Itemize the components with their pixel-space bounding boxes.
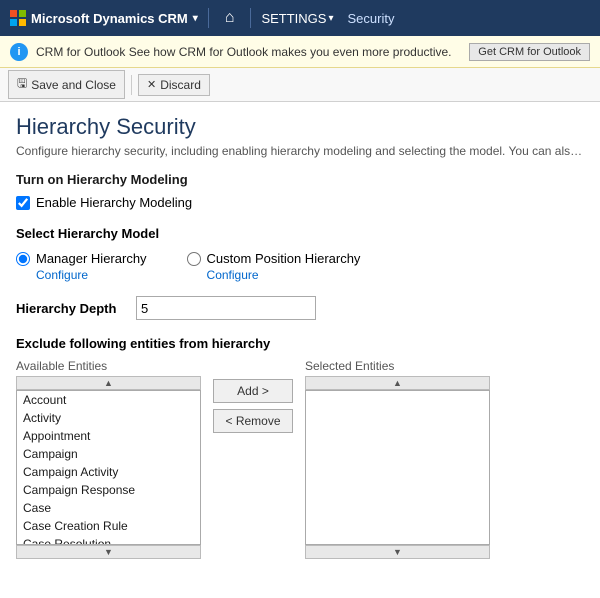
settings-label: SETTINGS [261,11,326,26]
list-item[interactable]: Campaign Activity [17,463,200,481]
list-item[interactable]: Campaign [17,445,200,463]
available-entities-col: Available Entities ▲ Account Activity Ap… [16,359,201,559]
app-name: Microsoft Dynamics CRM [31,11,188,26]
enable-hierarchy-row: Enable Hierarchy Modeling [16,195,584,210]
discard-x-icon: ✕ [147,78,156,91]
home-button[interactable]: ⌂ [219,9,241,27]
available-scroll-down[interactable]: ▼ [16,545,201,559]
depth-label: Hierarchy Depth [16,301,126,316]
add-button[interactable]: Add > [213,379,293,403]
list-item[interactable]: Appointment [17,427,200,445]
topbar: Microsoft Dynamics CRM ▾ ⌂ SETTINGS ▾ Se… [0,0,600,36]
page-description: Configure hierarchy security, including … [16,144,584,158]
manager-hierarchy-label: Manager Hierarchy [36,251,147,266]
discard-label: Discard [160,78,201,92]
manager-configure-link[interactable]: Configure [36,268,147,282]
list-item[interactable]: Account [17,391,200,409]
custom-position-option: Custom Position Hierarchy Configure [187,251,361,282]
topbar-divider-2 [250,8,251,28]
manager-hierarchy-option: Manager Hierarchy Configure [16,251,147,282]
toolbar-divider [131,75,132,95]
selected-scroll-down[interactable]: ▼ [305,545,490,559]
available-entities-label: Available Entities [16,359,201,373]
depth-row: Hierarchy Depth 5 [16,296,584,320]
settings-caret-icon: ▾ [328,13,333,24]
hierarchy-model-group: Manager Hierarchy Configure Custom Posit… [16,251,584,282]
enable-hierarchy-checkbox[interactable] [16,196,30,210]
list-item[interactable]: Case Creation Rule [17,517,200,535]
hierarchy-model-heading: Select Hierarchy Model [16,226,584,241]
exclude-heading: Exclude following entities from hierarch… [16,336,584,351]
save-icon: 🖫 [17,74,27,95]
selected-entities-label: Selected Entities [305,359,490,373]
toolbar: 🖫 Save and Close ✕ Discard [0,68,600,102]
list-item[interactable]: Case Resolution [17,535,200,545]
custom-position-label: Custom Position Hierarchy [207,251,361,266]
entity-lists: Available Entities ▲ Account Activity Ap… [16,359,584,559]
custom-position-radio[interactable] [187,252,201,266]
depth-input[interactable]: 5 [136,296,316,320]
list-item[interactable]: Activity [17,409,200,427]
current-section: Security [348,11,395,26]
custom-radio-row: Custom Position Hierarchy [187,251,361,266]
info-icon: i [10,43,28,61]
save-close-label: Save and Close [31,78,116,92]
manager-radio-row: Manager Hierarchy [16,251,147,266]
infobar: i CRM for Outlook See how CRM for Outloo… [0,36,600,68]
custom-configure-link[interactable]: Configure [207,268,361,282]
get-crm-outlook-button[interactable]: Get CRM for Outlook [469,43,590,61]
manager-hierarchy-radio[interactable] [16,252,30,266]
topbar-divider-1 [208,8,209,28]
list-item[interactable]: Campaign Response [17,481,200,499]
infobar-message: CRM for Outlook See how CRM for Outlook … [36,45,461,59]
settings-menu[interactable]: SETTINGS ▾ [261,11,333,26]
remove-button[interactable]: < Remove [213,409,293,433]
available-entities-listbox[interactable]: Account Activity Appointment Campaign Ca… [16,390,201,545]
selected-entities-col: Selected Entities ▲ ▼ [305,359,490,559]
app-logo[interactable]: Microsoft Dynamics CRM ▾ [10,10,198,26]
page-title: Hierarchy Security [16,114,584,140]
list-item[interactable]: Case [17,499,200,517]
available-scroll-up[interactable]: ▲ [16,376,201,390]
save-close-button[interactable]: 🖫 Save and Close [8,70,125,99]
enable-hierarchy-label: Enable Hierarchy Modeling [36,195,192,210]
discard-button[interactable]: ✕ Discard [138,74,210,96]
selected-scroll-up[interactable]: ▲ [305,376,490,390]
ms-logo-icon [10,10,26,26]
turn-on-heading: Turn on Hierarchy Modeling [16,172,584,187]
selected-entities-listbox[interactable] [305,390,490,545]
entity-action-buttons: Add > < Remove [209,379,297,433]
main-content: Hierarchy Security Configure hierarchy s… [0,102,600,598]
logo-caret-icon: ▾ [193,13,198,24]
